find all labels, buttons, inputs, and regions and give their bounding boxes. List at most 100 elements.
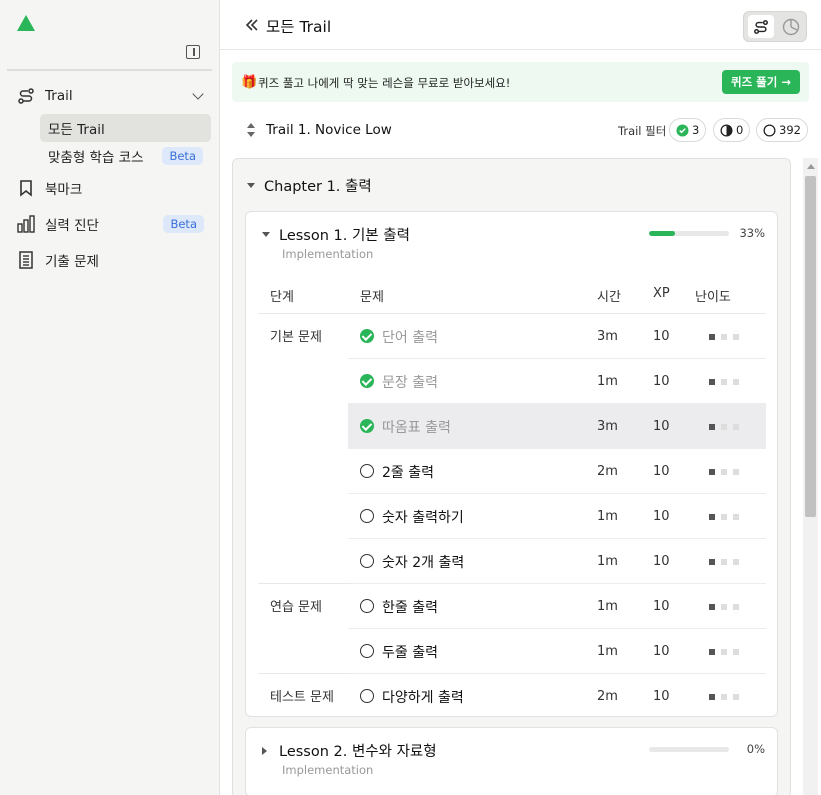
double-chevron-left-icon[interactable] [244,17,260,33]
trail-icon [754,19,768,34]
problem-title: 다양하게 출력 [382,690,464,706]
problem-row[interactable]: 다양하게 출력 2m 10 [348,674,766,719]
difficulty-indicator [709,334,739,340]
lesson-progress-bar [649,231,729,236]
chapter-title: Chapter 1. 출력 [264,179,372,195]
column-header: 시간 [597,290,621,305]
circle-icon [763,123,776,137]
circle-icon [360,554,374,568]
chapter-panel: Chapter 1. 출력 Lesson 1. 기본 출력 Implementa… [232,158,791,795]
lesson-header[interactable]: Lesson 1. 기본 출력 [262,224,410,245]
problem-row[interactable]: 한줄 출력 1m 10 [348,584,766,629]
quiz-button[interactable]: 퀴즈 풀기 → [722,70,800,94]
filter-todo-chip[interactable]: 392 [756,118,808,142]
filter-count: 0 [736,123,744,137]
problem-xp: 10 [653,599,670,614]
sidebar-item-skill-check[interactable]: 실력 진단 Beta [7,209,212,239]
column-header: 문제 [360,290,384,305]
filter-count: 392 [779,123,801,137]
banner-text: 퀴즈 풀고 나에게 딱 맞는 레슨을 무료로 받아보세요! [258,76,511,90]
problem-row[interactable]: 단어 출력 3m 10 [348,314,766,359]
sidebar-subitem-custom-course[interactable]: 맞춤형 학습 코스 Beta [40,142,211,170]
problem-xp: 10 [653,689,670,704]
problem-title: 2줄 출력 [382,465,434,481]
problem-time: 2m [597,689,618,704]
difficulty-indicator [709,649,739,655]
pie-icon [782,18,800,35]
difficulty-dot [709,334,715,340]
scroll-thumb[interactable] [805,176,816,517]
filter-half-chip[interactable]: 0 [713,118,751,142]
sidebar-item-past-exams[interactable]: 기출 문제 [7,245,212,275]
problem-row[interactable]: 숫자 2개 출력 1m 10 [348,539,766,584]
problem-title: 문장 출력 [382,375,438,391]
sidebar-subitem-label: 모든 Trail [48,122,105,138]
sidebar-item-label: Trail [45,88,73,104]
column-header: 난이도 [695,290,731,305]
difficulty-indicator [709,379,739,385]
check-circle-icon [676,123,689,137]
difficulty-dot [733,649,739,655]
difficulty-dot [733,559,739,565]
difficulty-dot [721,604,727,610]
chapter-header[interactable]: Chapter 1. 출력 [247,175,372,196]
sidebar-collapse-icon[interactable] [186,45,200,59]
trail-icon [17,87,35,105]
difficulty-dot [721,334,727,340]
divider [258,583,348,584]
difficulty-dot [721,514,727,520]
difficulty-dot [733,604,739,610]
sidebar-subitem-all-trail[interactable]: 모든 Trail [40,114,211,142]
difficulty-dot [709,694,715,700]
problem-time: 1m [597,374,618,389]
problem-title: 숫자 2개 출력 [382,555,465,571]
problem-xp: 10 [653,329,670,344]
difficulty-dot [733,334,739,340]
filter-count: 3 [692,123,700,137]
difficulty-dot [733,694,739,700]
difficulty-dot [709,469,715,475]
problem-title: 한줄 출력 [382,600,438,616]
trail-view-button[interactable] [748,15,774,38]
problem-row[interactable]: 문장 출력 1m 10 [348,359,766,404]
difficulty-indicator [709,559,739,565]
problem-row[interactable]: 숫자 출력하기 1m 10 [348,494,766,539]
lesson-progress-bar [649,747,729,752]
sidebar-item-trail[interactable]: Trail [7,81,212,111]
difficulty-dot [709,379,715,385]
sidebar-subitem-label: 맞춤형 학습 코스 [48,150,144,166]
scrollbar[interactable] [803,158,818,795]
beta-badge: Beta [163,215,204,233]
difficulty-dot [721,379,727,385]
scroll-up-icon[interactable] [807,164,815,169]
problem-row[interactable]: 따옴표 출력 3m 10 [348,404,766,449]
progress-view-button[interactable] [778,15,804,38]
filter-done-chip[interactable]: 3 [669,118,707,142]
sidebar-item-label: 북마크 [45,182,83,198]
lesson-header[interactable]: Lesson 2. 변수와 자료형 [262,740,437,761]
problem-row[interactable]: 두줄 출력 1m 10 [348,629,766,674]
problem-xp: 10 [653,509,670,524]
logo-icon[interactable] [17,15,35,31]
difficulty-dot [709,604,715,610]
trail-selector[interactable]: Trail 1. Novice Low [246,120,392,140]
quiz-banner: 🎁 퀴즈 풀고 나에게 딱 맞는 레슨을 무료로 받아보세요! 퀴즈 풀기 → [232,62,809,102]
problem-time: 1m [597,599,618,614]
filter-label: Trail 필터 [618,124,667,138]
sidebar-item-bookmark[interactable]: 북마크 [7,173,212,203]
problem-title: 숫자 출력하기 [382,510,464,526]
progress-percent: 0% [746,742,765,756]
difficulty-indicator [709,604,739,610]
view-toggle [743,11,807,42]
stage-label: 연습 문제 [270,600,322,615]
stage-label: 테스트 문제 [270,690,334,705]
difficulty-dot [721,424,727,430]
difficulty-dot [709,649,715,655]
problem-row[interactable]: 2줄 출력 2m 10 [348,449,766,494]
difficulty-dot [733,469,739,475]
lesson-card: Lesson 1. 기본 출력 Implementation 33% 단계 문제… [245,211,778,717]
sort-icon [246,122,256,138]
chart-icon [17,215,35,233]
problem-time: 1m [597,644,618,659]
chevron-down-icon[interactable] [192,88,204,100]
